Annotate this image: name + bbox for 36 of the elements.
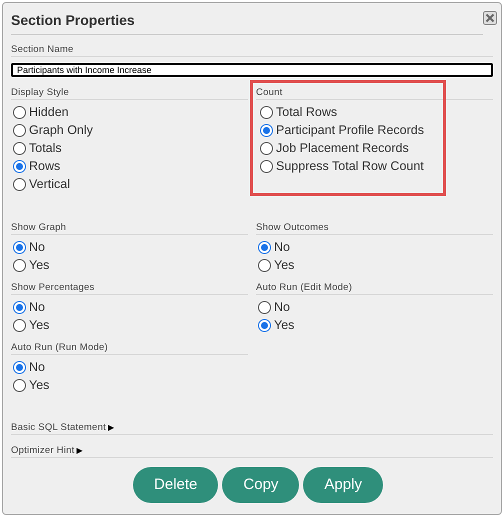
option-label: No <box>274 300 290 314</box>
option-label: Yes <box>29 318 50 332</box>
option-label: Yes <box>29 258 50 272</box>
group-label: Count <box>256 87 283 99</box>
group-label: Auto Run (Run Mode) <box>11 342 108 354</box>
expand-arrow[interactable]: ▶ <box>76 445 83 457</box>
action-button[interactable]: Copy <box>222 467 300 503</box>
option-label: Vertical <box>29 178 70 190</box>
option-label: Suppress Total Row Count <box>276 160 424 172</box>
option-label: Graph Only <box>29 124 93 136</box>
group-label: Display Style <box>11 87 69 99</box>
option-label: Job Placement Records <box>276 142 409 154</box>
group-label: Auto Run (Edit Mode) <box>256 282 352 294</box>
option-label: Rows <box>29 160 60 172</box>
option-label: Total Rows <box>276 106 338 118</box>
option-label: No <box>29 240 45 254</box>
option-label: Yes <box>29 378 50 392</box>
option-label: Hidden <box>29 106 69 118</box>
option-label: Participant Profile Records <box>276 124 424 136</box>
option-label: Yes <box>274 258 294 272</box>
field-label: Section Name <box>11 44 74 56</box>
group-label: Show Outcomes <box>256 222 329 234</box>
expand-arrow[interactable]: ▶ <box>108 422 114 434</box>
option-label: No <box>274 240 290 254</box>
action-button[interactable]: Delete <box>133 467 218 503</box>
dialog-title: Section Properties <box>11 11 135 29</box>
option-label: No <box>29 360 45 374</box>
option-label: Yes <box>274 318 294 332</box>
section-toggle[interactable]: Basic SQL Statement <box>11 422 106 434</box>
group-label: Show Percentages <box>11 282 95 294</box>
action-button[interactable]: Apply <box>303 467 383 503</box>
section-name-field[interactable]: Participants with Income Increase <box>11 63 493 77</box>
group-label: Show Graph <box>11 222 66 234</box>
section-toggle[interactable]: Optimizer Hint <box>11 445 75 457</box>
option-label: No <box>29 300 45 314</box>
option-label: Totals <box>29 142 62 154</box>
